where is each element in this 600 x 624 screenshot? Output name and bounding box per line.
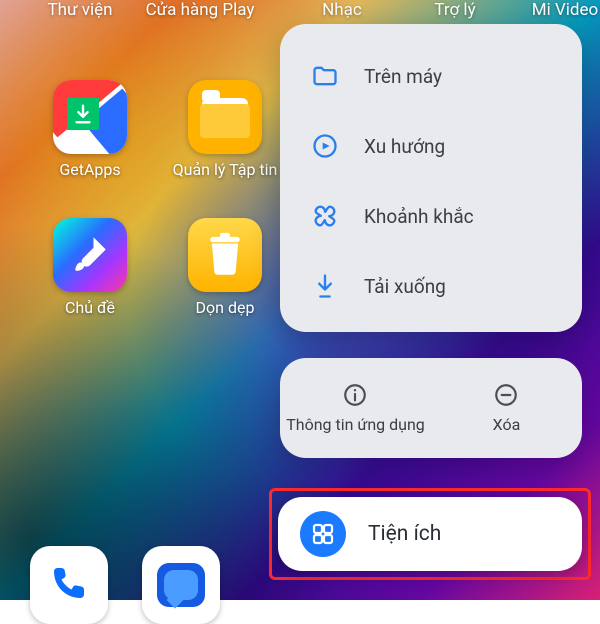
- info-circle-icon: [342, 382, 370, 410]
- menu-label-local: Trên máy: [364, 65, 442, 88]
- app-getapps[interactable]: GetApps: [30, 80, 150, 198]
- widgets-button[interactable]: Tiện ích: [278, 497, 582, 571]
- app-label-mivideo: Mi Video: [505, 0, 600, 22]
- chat-bubble-icon: [157, 563, 205, 607]
- app-label-themes: Chủ đề: [65, 298, 115, 336]
- app-label-getapps: GetApps: [59, 160, 120, 198]
- app-actions-bar: Thông tin ứng dụng Xóa: [280, 358, 582, 458]
- menu-label-downloads: Tải xuống: [364, 275, 446, 298]
- action-label-info: Thông tin ứng dụng: [286, 416, 425, 434]
- menu-label-trending: Xu hướng: [364, 135, 445, 158]
- dock: [30, 546, 254, 624]
- trash-icon: [188, 218, 262, 292]
- widgets-highlight-frame: Tiện ích: [269, 488, 591, 580]
- getapps-icon: [53, 80, 127, 154]
- action-remove[interactable]: Xóa: [437, 382, 577, 434]
- menu-label-moments: Khoảnh khắc: [364, 205, 474, 228]
- app-label-file-manager: Quản lý Tập tin: [173, 160, 278, 198]
- widgets-label: Tiện ích: [368, 522, 441, 546]
- phone-icon: [49, 563, 89, 607]
- folder-icon: [188, 80, 262, 154]
- menu-item-downloads[interactable]: Tải xuống: [290, 258, 572, 314]
- widgets-grid-icon: [300, 511, 346, 557]
- app-phone[interactable]: [30, 546, 108, 624]
- menu-item-local[interactable]: Trên máy: [290, 48, 572, 104]
- app-cleaner[interactable]: Dọn dẹp: [165, 218, 285, 336]
- play-circle-icon: [308, 129, 342, 163]
- app-messages[interactable]: [142, 546, 220, 624]
- app-themes[interactable]: Chủ đề: [30, 218, 150, 336]
- app-label-assistant: Trợ lý: [395, 0, 515, 22]
- app-label-library: Thư viện: [20, 0, 140, 22]
- app-shortcut-menu: Trên máy Xu hướng Khoảnh khắc Tải xuống: [280, 24, 582, 332]
- download-icon: [308, 269, 342, 303]
- top-app-labels: Thư viện Cửa hàng Play Nhạc Trợ lý Mi Vi…: [0, 0, 600, 22]
- app-label-cleaner: Dọn dẹp: [196, 298, 255, 336]
- app-label-playstore: Cửa hàng Play: [140, 0, 260, 22]
- home-grid: GetApps Quản lý Tập tin Chủ đề Dọn dẹp: [30, 80, 300, 356]
- action-label-remove: Xóa: [493, 416, 521, 434]
- remove-circle-icon: [493, 382, 521, 410]
- folder-outline-icon: [308, 59, 342, 93]
- app-file-manager[interactable]: Quản lý Tập tin: [165, 80, 285, 198]
- brush-icon: [53, 218, 127, 292]
- menu-item-trending[interactable]: Xu hướng: [290, 118, 572, 174]
- moments-icon: [308, 199, 342, 233]
- menu-item-moments[interactable]: Khoảnh khắc: [290, 188, 572, 244]
- download-arrow-icon: [67, 98, 99, 130]
- action-app-info[interactable]: Thông tin ứng dụng: [286, 382, 426, 434]
- app-label-music: Nhạc: [282, 0, 402, 22]
